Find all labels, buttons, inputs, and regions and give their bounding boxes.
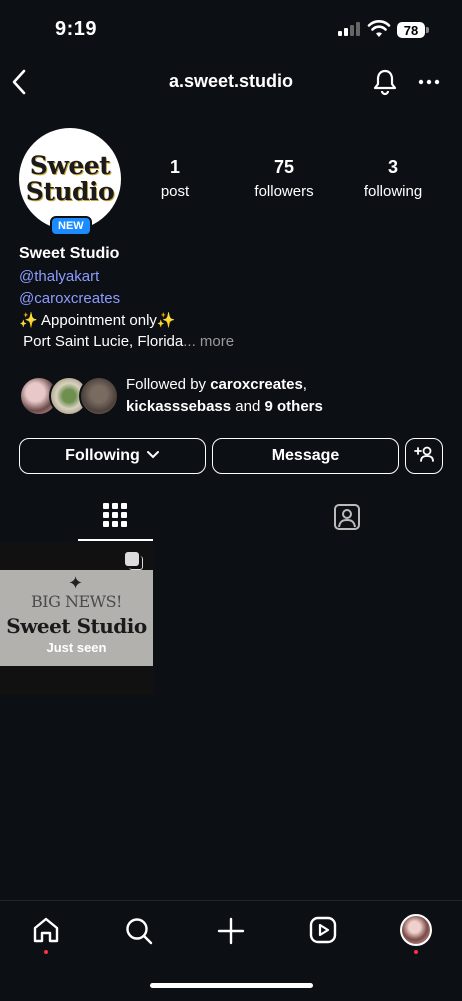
post-text-big-news: BIG NEWS!: [31, 592, 122, 611]
stat-followers-label: followers: [254, 183, 314, 200]
mutual-followers-avatars[interactable]: [19, 376, 119, 416]
more-options-icon[interactable]: [418, 73, 440, 96]
bio-link-caroxcreates[interactable]: @caroxcreates: [19, 290, 120, 307]
following-button[interactable]: Following: [19, 438, 206, 474]
stat-followers-value: 75: [273, 157, 295, 177]
avatar-logo-line-1: Sweet: [29, 151, 111, 180]
bell-icon[interactable]: [372, 68, 398, 101]
bio-line-2: Port Saint Lucie, Florida... more: [19, 333, 234, 350]
bio-more-link[interactable]: ... more: [183, 333, 234, 350]
carousel-icon: [125, 552, 139, 566]
post-just-seen-overlay: Just seen: [46, 640, 107, 655]
battery-tip: [426, 27, 429, 33]
followed-by-and: and: [231, 398, 265, 415]
battery-indicator: 78: [397, 22, 425, 38]
home-icon[interactable]: [32, 916, 60, 949]
post-thumbnail[interactable]: ✦ BIG NEWS! Sweet Studio Just seen: [0, 543, 153, 695]
stat-posts[interactable]: 1 post: [120, 157, 230, 200]
stat-posts-value: 1: [169, 157, 180, 177]
chevron-down-icon: [146, 447, 160, 465]
avatar-logo-line-2: Studio: [25, 177, 115, 206]
following-button-label: Following: [65, 447, 140, 464]
home-indicator-bar: [150, 983, 313, 988]
message-button-label: Message: [271, 447, 340, 464]
bio-location: Port Saint Lucie, Florida: [19, 333, 184, 350]
post-star-glyph: ✦: [68, 573, 84, 593]
followed-by-separator: ,: [302, 376, 307, 393]
cellular-signal-icon: [338, 22, 360, 36]
profile-notification-dot: [414, 950, 418, 954]
home-notification-dot: [44, 950, 48, 954]
followed-by-name-2: kickasssebass: [126, 398, 232, 415]
followed-by-others: 9 others: [264, 398, 323, 415]
search-icon[interactable]: [124, 916, 154, 951]
new-badge: NEW: [50, 216, 92, 236]
profile-avatar-nav-icon[interactable]: [400, 914, 432, 946]
post-image: ✦ BIG NEWS! Sweet Studio Just seen: [0, 570, 153, 666]
wifi-icon: [367, 19, 391, 44]
bio-link-thalyakart[interactable]: @thalyakart: [19, 268, 99, 285]
stat-following[interactable]: 3 following: [338, 157, 448, 200]
post-text-sweet-studio: Sweet Studio: [6, 614, 147, 638]
stat-following-label: following: [363, 183, 423, 200]
stat-following-value: 3: [387, 157, 398, 177]
tagged-icon[interactable]: [333, 503, 361, 536]
profile-display-name: Sweet Studio: [19, 245, 120, 262]
mutual-avatar-3: [79, 376, 119, 416]
followed-by-prefix: Followed by: [126, 376, 211, 393]
bio-line-1: ✨ Appointment only✨: [19, 312, 176, 329]
followed-by-text[interactable]: Followed by caroxcreates, kickasssebass …: [126, 374, 446, 418]
suggested-users-button[interactable]: [405, 438, 443, 474]
add-person-icon: [413, 445, 435, 468]
stat-posts-label: post: [160, 183, 190, 200]
profile-avatar[interactable]: Sweet Studio: [19, 128, 121, 230]
stat-followers[interactable]: 75 followers: [229, 157, 339, 200]
followed-by-name-1: caroxcreates: [210, 376, 303, 393]
create-plus-icon[interactable]: [216, 916, 246, 951]
active-tab-indicator: [78, 539, 153, 541]
reels-icon[interactable]: [309, 916, 337, 949]
message-button[interactable]: Message: [212, 438, 399, 474]
status-time: 9:19: [55, 18, 98, 40]
grid-icon[interactable]: [102, 502, 128, 533]
